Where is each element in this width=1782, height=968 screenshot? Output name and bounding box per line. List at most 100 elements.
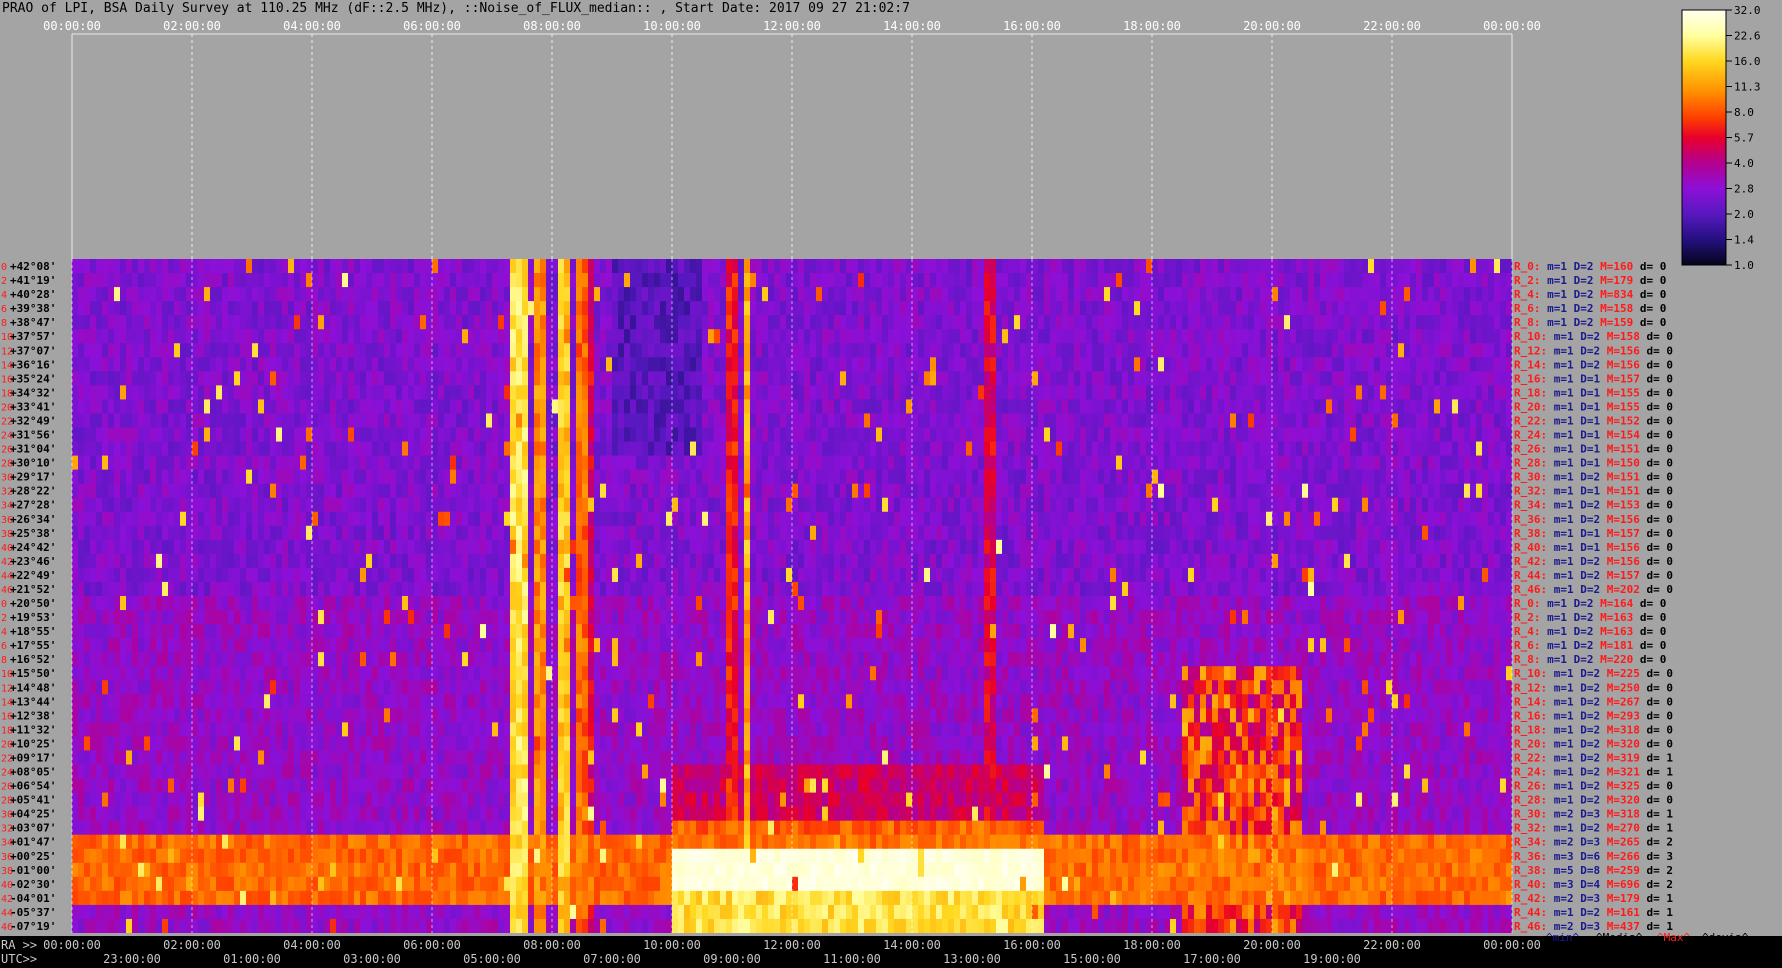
heatmap-cell [390,427,397,442]
heatmap-cell [870,525,877,541]
heatmap-cell [594,371,601,386]
heatmap-cell [684,441,691,456]
heatmap-cell [1236,413,1243,428]
heatmap-cell [1074,441,1081,456]
heatmap-cell [960,287,967,302]
heatmap-cell [528,301,535,316]
heatmap-cell [270,343,277,358]
heatmap-cell [594,525,601,541]
heatmap-cell [438,259,445,274]
heatmap-cell [1278,427,1285,442]
heatmap-cell [1032,273,1039,288]
heatmap-cell [1038,539,1045,555]
heatmap-cell [192,441,199,456]
heatmap-cell [372,539,379,555]
heatmap-cell [906,343,913,358]
heatmap-cell [786,511,793,527]
heatmap-cell [1506,497,1512,513]
heatmap-cell [1392,301,1399,316]
heatmap-cell [738,469,745,485]
heatmap-cell [1104,539,1111,555]
heatmap-cell [1170,385,1177,400]
heatmap-cell [414,525,421,541]
heatmap-cell [1152,371,1159,386]
heatmap-cell [708,371,715,386]
heatmap-cell [324,315,331,330]
heatmap-cell [168,287,175,302]
heatmap-cell [1074,399,1081,414]
heatmap-cell [1122,469,1129,485]
heatmap-cell [972,483,979,499]
heatmap-cell [486,357,493,372]
heatmap-cell [360,301,367,316]
heatmap-cell [252,343,259,358]
heatmap-cell [156,455,163,471]
heatmap-cell [786,301,793,316]
heatmap-cell [204,259,211,274]
heatmap-cell [360,329,367,344]
heatmap-cell [1380,329,1387,344]
heatmap-cell [498,329,505,344]
heatmap-cell [912,301,919,316]
heatmap-cell [684,525,691,541]
heatmap-cell [714,427,721,442]
heatmap-cell [1290,357,1297,372]
heatmap-cell [330,525,337,541]
heatmap-cell [1338,469,1345,485]
heatmap-cell [168,259,175,274]
heatmap-cell [576,399,583,414]
heatmap-cell [558,329,565,344]
heatmap-cell [1206,357,1213,372]
heatmap-cell [120,525,127,541]
heatmap-cell [1368,511,1375,527]
heatmap-cell [324,343,331,358]
heatmap-cell [564,343,571,358]
heatmap-cell [522,469,529,485]
heatmap-cell [1326,511,1333,527]
heatmap-cell [582,357,589,372]
heatmap-cell [1386,455,1393,471]
heatmap-cell [1236,371,1243,386]
heatmap-cell [138,343,145,358]
heatmap-cell [150,259,157,274]
heatmap-cell [336,315,343,330]
heatmap-cell [348,343,355,358]
heatmap-cell [1278,483,1285,499]
heatmap-cell [954,525,961,541]
heatmap-cell [600,343,607,358]
heatmap-cell [288,371,295,386]
heatmap-cell [1446,343,1453,358]
heatmap-cell [942,525,949,541]
heatmap-cell [780,343,787,358]
heatmap-cell [510,385,517,400]
heatmap-cell [426,413,433,428]
heatmap-cell [1404,399,1411,414]
heatmap-cell [1230,301,1237,316]
heatmap-cell [636,525,643,541]
heatmap-cell [1020,483,1027,499]
heatmap-cell [306,273,313,288]
heatmap-cell [1014,259,1021,274]
heatmap-cell [438,315,445,330]
heatmap-cell [600,329,607,344]
heatmap-cell [828,259,835,274]
heatmap-cell [318,301,325,316]
heatmap-cell [786,287,793,302]
heatmap-cell [276,399,283,414]
heatmap-cell [336,357,343,372]
heatmap-cell [348,385,355,400]
heatmap-cell [1116,343,1123,358]
heatmap-cell [1290,371,1297,386]
heatmap-cell [924,315,931,330]
heatmap-cell [1398,315,1405,330]
heatmap-cell [492,273,499,288]
heatmap-cell [378,273,385,288]
heatmap-cell [114,315,121,330]
heatmap-cell [762,441,769,456]
heatmap-cell [1266,399,1273,414]
heatmap-cell [240,469,247,485]
heatmap-cell [120,413,127,428]
heatmap-cell [318,497,325,513]
heatmap-cell [180,539,187,555]
heatmap-cell [330,413,337,428]
